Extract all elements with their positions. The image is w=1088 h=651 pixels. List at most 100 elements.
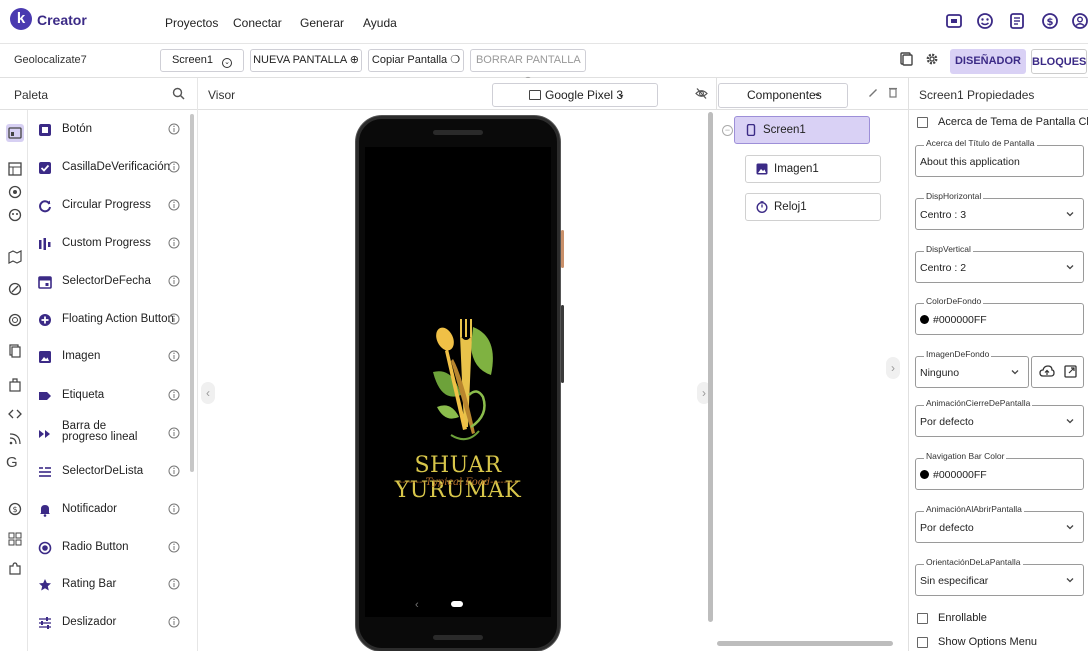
map-icon[interactable]: [8, 250, 22, 264]
palette-item-label: Custom Progress: [62, 237, 151, 249]
pencil-icon[interactable]: [867, 86, 879, 98]
info-icon[interactable]: [168, 161, 180, 173]
palette-item-floating-action[interactable]: Floating Action Button: [38, 309, 186, 333]
google-icon[interactable]: G: [6, 442, 20, 470]
menu-proyectos[interactable]: Proyectos: [165, 16, 218, 30]
account-icon[interactable]: [1071, 12, 1088, 30]
puzzle-icon[interactable]: [8, 562, 22, 576]
palette-item-custom-progress[interactable]: Custom Progress: [38, 233, 186, 257]
info-icon[interactable]: [168, 389, 180, 401]
palette-item-circular-progress[interactable]: Circular Progress: [38, 195, 186, 219]
code-icon[interactable]: [8, 407, 22, 421]
checkbox[interactable]: [917, 637, 928, 648]
tree-node-reloj1[interactable]: Reloj1: [745, 193, 881, 221]
tab-blocks[interactable]: BLOQUES: [1031, 49, 1087, 74]
checkbox[interactable]: [917, 613, 928, 624]
info-icon[interactable]: [168, 313, 180, 325]
upload-cloud-icon[interactable]: [1039, 365, 1055, 379]
palette-item-selector-fecha[interactable]: SelectorDeFecha: [38, 271, 186, 295]
menu-conectar[interactable]: Conectar: [233, 16, 282, 30]
palette-item-barra-progreso[interactable]: Barra de progreso lineal: [38, 420, 186, 447]
info-icon[interactable]: [168, 123, 180, 135]
info-icon[interactable]: [168, 465, 180, 477]
collapse-left-arrow[interactable]: ‹: [201, 382, 215, 404]
info-icon[interactable]: [168, 350, 180, 362]
storage-icon[interactable]: [8, 344, 22, 358]
monetize-icon[interactable]: $: [8, 502, 22, 516]
layout-icon[interactable]: [8, 162, 22, 176]
nav-home-icon[interactable]: [451, 601, 463, 607]
components-scrollbar[interactable]: [717, 641, 893, 646]
folder-icon[interactable]: [945, 12, 963, 30]
screen-orientation-select[interactable]: OrientaciónDeLaPantalla Sin especificar: [915, 557, 1084, 596]
tree-node-screen1[interactable]: Screen1: [734, 116, 870, 144]
palette-item-imagen[interactable]: Imagen: [38, 346, 186, 370]
open-external-icon[interactable]: [1064, 365, 1077, 378]
info-icon[interactable]: [168, 503, 180, 515]
palette-item-notificador[interactable]: Notificador: [38, 499, 186, 523]
smiley-icon[interactable]: [976, 12, 994, 30]
close-animation-select[interactable]: AnimaciónCierreDePantalla Por defecto: [915, 398, 1084, 437]
collapse-tree-icon[interactable]: −: [722, 125, 733, 136]
food-logo-image[interactable]: [423, 317, 503, 447]
device-select[interactable]: Google Pixel 3 ⌄: [492, 83, 658, 107]
screen-select[interactable]: Screen1 ⌄: [160, 49, 244, 72]
menu-ayuda[interactable]: Ayuda: [363, 16, 397, 30]
field-value: Por defecto: [920, 416, 974, 428]
media-icon[interactable]: [8, 185, 22, 199]
info-icon[interactable]: [168, 199, 180, 211]
background-image-select[interactable]: ImagenDeFondo Ninguno: [915, 349, 1029, 388]
info-icon[interactable]: [168, 275, 180, 287]
new-screen-button[interactable]: NUEVA PANTALLA ⊕: [250, 49, 362, 72]
collapse-properties-arrow[interactable]: ›: [886, 357, 900, 379]
vertical-align-select[interactable]: DispVertical Centro : 2: [915, 244, 1084, 283]
info-icon[interactable]: [168, 541, 180, 553]
scrollable-checkbox-row[interactable]: Enrollable: [917, 612, 1087, 628]
connectivity-icon[interactable]: [8, 378, 22, 392]
horizontal-align-select[interactable]: DispHorizontal Centro : 3: [915, 191, 1084, 230]
palette-scrollbar[interactable]: [190, 114, 194, 472]
palette-item-deslizador[interactable]: Deslizador: [38, 612, 186, 636]
palette-item-rating-bar[interactable]: Rating Bar: [38, 574, 186, 598]
info-icon[interactable]: [168, 616, 180, 628]
drawing-icon[interactable]: [8, 208, 22, 222]
palette-item-etiqueta[interactable]: Etiqueta: [38, 385, 186, 409]
info-icon[interactable]: [168, 237, 180, 249]
hidden-components-icon[interactable]: [695, 87, 708, 100]
copy-screen-button[interactable]: Copiar Pantalla ❍: [368, 49, 464, 72]
app-brand[interactable]: Creator: [37, 12, 87, 28]
info-icon[interactable]: [168, 578, 180, 590]
palette-item-label: SelectorDeFecha: [62, 275, 151, 287]
delete-screen-button[interactable]: BORRAR PANTALLA ⊗: [470, 49, 586, 87]
trash-icon[interactable]: [887, 86, 899, 98]
dollar-icon[interactable]: $: [1041, 12, 1059, 30]
checkbox[interactable]: [917, 117, 928, 128]
extensions-icon[interactable]: [8, 532, 22, 546]
phone-preview-icon[interactable]: [899, 52, 913, 66]
document-icon[interactable]: [1008, 12, 1026, 30]
navigation-bar-color-field[interactable]: Navigation Bar Color #000000FF: [915, 451, 1084, 490]
social-icon[interactable]: [8, 313, 22, 327]
app-logo[interactable]: k: [10, 8, 32, 30]
palette-item-selector-lista[interactable]: SelectorDeLista: [38, 461, 186, 485]
info-icon[interactable]: [168, 427, 180, 439]
components-dropdown[interactable]: Componentes ⌄: [718, 83, 848, 108]
palette-item-casilla[interactable]: CasillaDeVerificación: [38, 157, 186, 181]
palette-item-radio-button[interactable]: Radio Button: [38, 537, 186, 561]
screen-title-field[interactable]: Acerca del Título de Pantalla About this…: [915, 138, 1084, 177]
tab-designer[interactable]: DISEÑADOR: [950, 49, 1026, 74]
palette-item-boton[interactable]: Botón: [38, 119, 186, 143]
viewer-scrollbar[interactable]: [708, 112, 713, 622]
nav-back-icon[interactable]: ‹: [415, 599, 419, 611]
menu-generar[interactable]: Generar: [300, 16, 344, 30]
options-menu-checkbox-row[interactable]: Show Options Menu: [917, 636, 1087, 650]
gear-icon[interactable]: [925, 52, 939, 66]
phone-screen[interactable]: SHUAR YURUMAK --------Typical Food------…: [365, 147, 551, 617]
background-color-field[interactable]: ColorDeFondo #000000FF: [915, 296, 1084, 335]
user-interface-icon[interactable]: [8, 126, 22, 140]
theme-checkbox-row[interactable]: Acerca de Tema de Pantalla Claro: [917, 116, 1088, 132]
sensor-icon[interactable]: [8, 282, 22, 296]
tree-node-imagen1[interactable]: Imagen1: [745, 155, 881, 183]
open-animation-select[interactable]: AnimaciónAlAbrirPantalla Por defecto: [915, 504, 1084, 543]
field-value: #000000FF: [933, 469, 987, 481]
